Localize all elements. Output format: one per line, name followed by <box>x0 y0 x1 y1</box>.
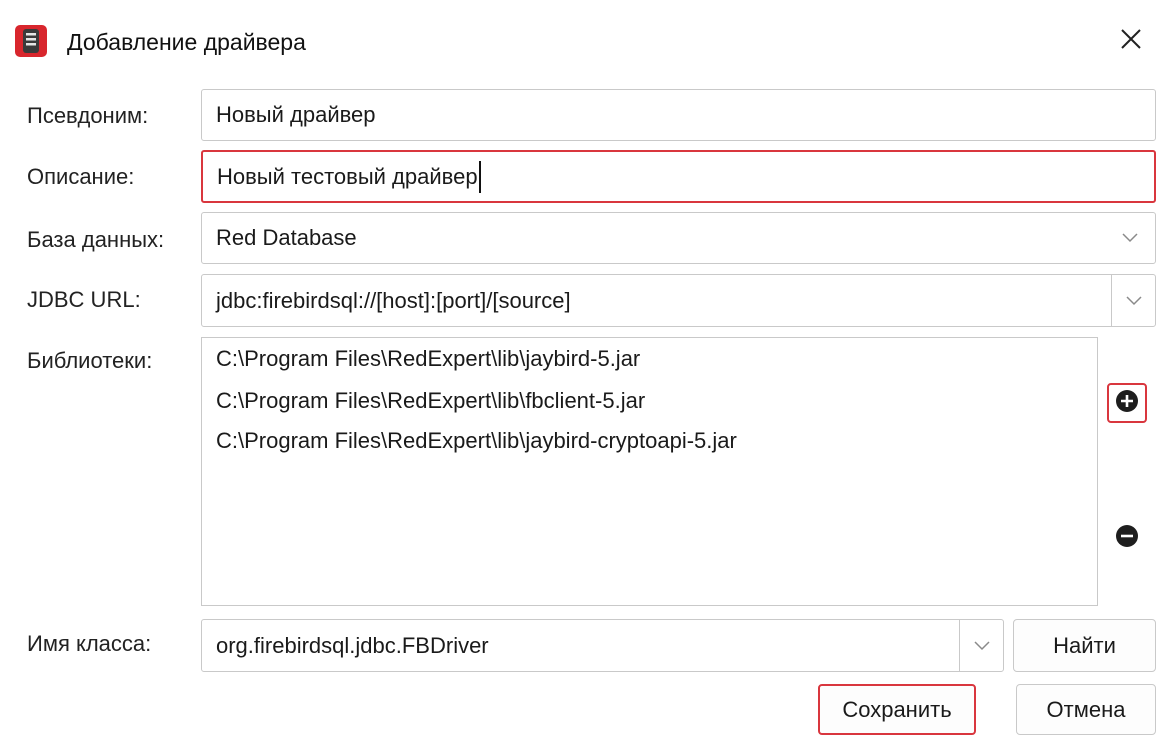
chevron-down-icon[interactable] <box>1112 275 1155 326</box>
find-button[interactable]: Найти <box>1013 619 1156 672</box>
class-name-value: org.firebirdsql.jdbc.FBDriver <box>216 632 489 658</box>
alias-label: Псевдоним: <box>27 103 149 128</box>
dialog-title: Добавление драйвера <box>67 29 306 55</box>
description-label: Описание: <box>27 164 135 189</box>
jdbc-url-combo[interactable]: jdbc:firebirdsql://[host]:[port]/[source… <box>201 274 1156 327</box>
add-library-button[interactable] <box>1107 383 1147 423</box>
database-label: База данных: <box>27 227 165 252</box>
save-button[interactable]: Сохранить <box>818 684 976 735</box>
minus-circle-icon <box>1115 524 1139 553</box>
title-bar[interactable]: Добавление драйвера <box>0 0 1165 84</box>
alias-value: Новый драйвер <box>216 102 376 127</box>
libraries-list[interactable]: C:\Program Files\RedExpert\lib\jaybird-5… <box>201 337 1098 606</box>
database-select[interactable]: Red Database <box>201 212 1156 264</box>
database-value: Red Database <box>216 225 357 250</box>
jdbc-url-value: jdbc:firebirdsql://[host]:[port]/[source… <box>216 287 571 313</box>
cancel-button[interactable]: Отмена <box>1016 684 1156 735</box>
class-name-label: Имя класса: <box>27 631 152 656</box>
text-caret <box>478 160 481 193</box>
close-icon <box>1120 28 1142 55</box>
list-item[interactable]: C:\Program Files\RedExpert\lib\jaybird-c… <box>216 426 737 456</box>
description-input[interactable]: Новый тестовый драйвер <box>201 150 1156 203</box>
list-item[interactable]: C:\Program Files\RedExpert\lib\jaybird-5… <box>216 344 640 374</box>
class-name-combo[interactable]: org.firebirdsql.jdbc.FBDriver <box>201 619 1004 672</box>
list-item[interactable]: C:\Program Files\RedExpert\lib\fbclient-… <box>216 386 645 416</box>
plus-circle-icon <box>1115 389 1139 418</box>
chevron-down-icon[interactable] <box>1115 213 1145 263</box>
close-button[interactable] <box>1106 18 1156 64</box>
description-value: Новый тестовый драйвер <box>217 163 478 189</box>
libraries-label: Библиотеки: <box>27 348 153 373</box>
add-driver-dialog: Добавление драйвера Псевдоним: Новый дра… <box>0 0 1165 735</box>
chevron-down-icon[interactable] <box>960 620 1003 671</box>
remove-library-button[interactable] <box>1107 518 1147 558</box>
jdbc-url-label: JDBC URL: <box>27 287 141 312</box>
red-expert-icon <box>14 24 48 58</box>
alias-input[interactable]: Новый драйвер <box>201 89 1156 141</box>
